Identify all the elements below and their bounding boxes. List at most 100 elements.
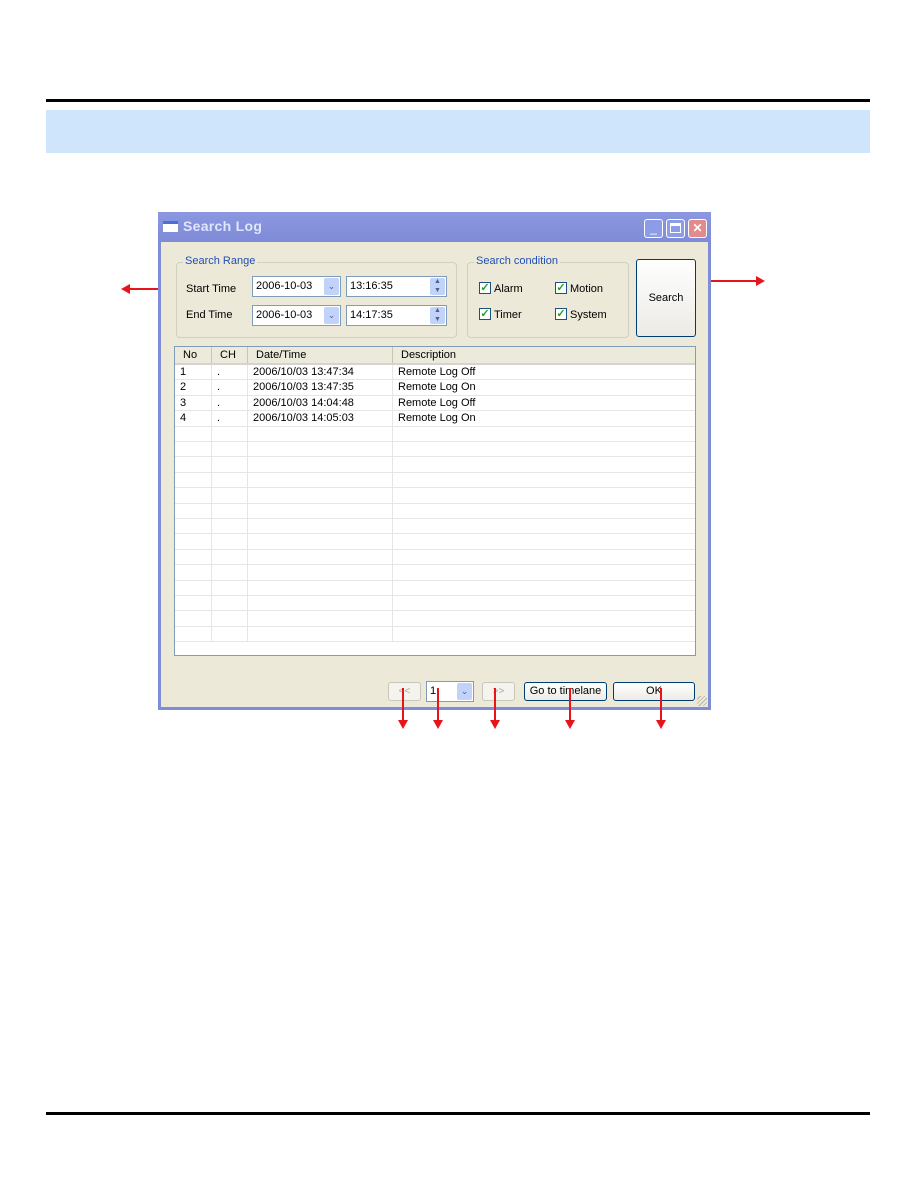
column-header-description[interactable]: Description (393, 347, 695, 363)
start-time-label: Start Time (186, 283, 237, 295)
cell-datetime (248, 534, 393, 550)
system-checkbox[interactable]: ✓ (555, 308, 567, 320)
start-time-spinner[interactable]: 13:16:35 ▲ ▼ (346, 276, 447, 297)
cell-no (175, 549, 212, 565)
cell-no (175, 580, 212, 596)
empty-table-row (175, 596, 695, 612)
end-time-value: 14:17:35 (350, 309, 393, 321)
cell-no (175, 611, 212, 627)
page-select[interactable]: 1 ⌄ (426, 681, 474, 702)
empty-table-row (175, 503, 695, 519)
motion-checkbox[interactable]: ✓ (555, 282, 567, 294)
cell-description: Remote Log On (398, 381, 476, 394)
cell-description (393, 457, 695, 472)
table-row[interactable]: 2. 2006/10/03 13:47:35 Remote Log On (175, 380, 695, 396)
cell-ch (212, 626, 248, 642)
annotation-arrowhead-down (565, 720, 575, 729)
spin-down-icon[interactable]: ▼ (430, 287, 445, 295)
cell-datetime (248, 442, 393, 457)
cell-no (175, 426, 212, 442)
cell-datetime (248, 472, 393, 488)
table-row[interactable]: 3. 2006/10/03 14:04:48 Remote Log Off (175, 395, 695, 412)
cell-ch (212, 565, 248, 581)
close-button[interactable]: ✕ (688, 219, 707, 238)
search-button[interactable]: Search (636, 259, 696, 337)
column-header-datetime[interactable]: Date/Time (248, 347, 393, 363)
cell-no (175, 596, 212, 611)
cell-description (393, 504, 695, 519)
annotation-arrowhead-right (756, 276, 765, 286)
alarm-label: Alarm (494, 283, 523, 295)
empty-table-row (175, 565, 695, 581)
chevron-down-icon[interactable]: ⌄ (324, 278, 339, 295)
annotation-arrowhead-down (398, 720, 408, 729)
cell-description (393, 627, 695, 642)
annotation-arrow-page (437, 688, 439, 720)
empty-table-row (175, 457, 695, 473)
section-header-band (46, 110, 870, 153)
empty-table-row (175, 611, 695, 627)
column-header-ch[interactable]: CH (212, 347, 248, 363)
ok-button[interactable]: OK (613, 682, 695, 701)
title-bar[interactable]: Search Log _ ✕ (158, 212, 711, 242)
annotation-arrowhead-left (121, 284, 130, 294)
cell-description (393, 611, 695, 626)
cell-no: 4 (175, 411, 212, 427)
timer-checkbox[interactable]: ✓ (479, 308, 491, 320)
start-date-combo[interactable]: 2006-10-03 ⌄ (252, 276, 341, 297)
chevron-down-icon[interactable]: ⌄ (457, 683, 472, 700)
cell-ch (212, 596, 248, 611)
cell-description (393, 519, 695, 534)
timer-label: Timer (494, 309, 522, 321)
cell-datetime (248, 611, 393, 627)
empty-table-row (175, 426, 695, 442)
bottom-rule (46, 1112, 870, 1115)
table-row[interactable]: 1. 2006/10/03 13:47:34 Remote Log Off (175, 365, 695, 381)
spin-up-icon[interactable]: ▲ (430, 278, 445, 286)
spin-up-icon[interactable]: ▲ (430, 307, 445, 315)
search-condition-legend: Search condition (474, 255, 560, 267)
annotation-arrow-ok (660, 688, 662, 720)
cell-no (175, 488, 212, 504)
end-time-spinner[interactable]: 14:17:35 ▲ ▼ (346, 305, 447, 326)
table-header: No CH Date/Time Description (175, 347, 695, 365)
cell-ch (212, 488, 248, 504)
cell-description: Remote Log Off (398, 366, 476, 378)
table-row[interactable]: 4. 2006/10/03 14:05:03 Remote Log On (175, 411, 695, 427)
start-time-value: 13:16:35 (350, 280, 393, 292)
chevron-down-icon[interactable]: ⌄ (324, 307, 339, 324)
cell-no (175, 534, 212, 550)
cell-ch (212, 426, 248, 442)
cell-no: 2 (175, 380, 212, 396)
cell-ch: . (212, 380, 248, 396)
spin-down-icon[interactable]: ▼ (430, 316, 445, 324)
next-page-button[interactable]: >> (482, 682, 515, 701)
maximize-button[interactable] (666, 219, 685, 238)
column-header-no[interactable]: No (175, 347, 212, 363)
cell-ch: . (212, 395, 248, 411)
previous-page-button[interactable]: << (388, 682, 421, 701)
resize-grip[interactable] (697, 696, 707, 706)
empty-table-row (175, 472, 695, 489)
end-date-combo[interactable]: 2006-10-03 ⌄ (252, 305, 341, 326)
end-time-label: End Time (186, 309, 233, 321)
cell-datetime: 2006/10/03 13:47:35 (248, 380, 393, 396)
cell-description (393, 442, 695, 457)
search-range-group: Search Range Start Time 2006-10-03 ⌄ 13:… (176, 255, 457, 338)
log-table[interactable]: No CH Date/Time Description 1. 2006/10/03… (174, 346, 696, 656)
minimize-button[interactable]: _ (644, 219, 663, 238)
spin-buttons: ▲ ▼ (430, 307, 445, 324)
cell-datetime (248, 503, 393, 519)
end-date-value: 2006-10-03 (256, 309, 313, 321)
cell-ch: . (212, 365, 248, 380)
annotation-arrow-goto (569, 688, 571, 720)
go-to-timelane-button[interactable]: Go to timelane (524, 682, 607, 701)
cell-datetime (248, 426, 393, 442)
empty-table-row (175, 488, 695, 504)
cell-description (393, 550, 695, 565)
cell-datetime (248, 519, 393, 534)
alarm-checkbox[interactable]: ✓ (479, 282, 491, 294)
cell-datetime (248, 549, 393, 565)
dialog-client: Search Range Start Time 2006-10-03 ⌄ 13:… (161, 242, 708, 707)
cell-datetime (248, 488, 393, 504)
